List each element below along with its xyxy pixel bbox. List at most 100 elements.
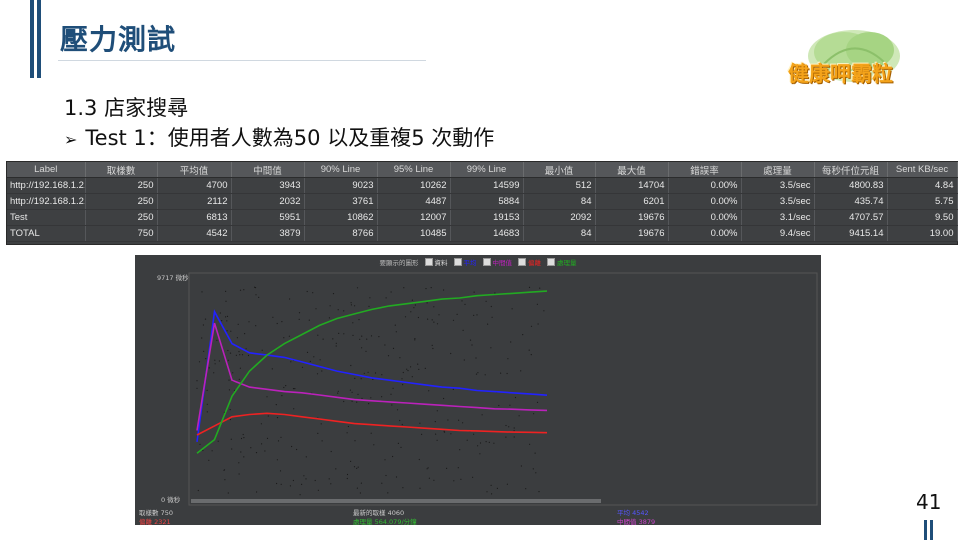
data-point [486, 491, 488, 493]
chart-scrollbar[interactable] [191, 499, 601, 503]
column-header[interactable]: 處理量 [741, 162, 815, 178]
table-row[interactable]: http://192.168.1.2... 250 2112 2032 3761 4487… [7, 193, 958, 210]
data-point [407, 370, 409, 372]
data-point [230, 438, 232, 440]
data-point [357, 393, 359, 395]
data-point [392, 387, 394, 389]
data-point [477, 372, 479, 374]
column-header[interactable]: 最小值 [523, 162, 596, 178]
data-point [211, 450, 213, 452]
table-row[interactable]: http://192.168.1.2... 250 4700 3943 9023 1026… [7, 177, 958, 194]
data-point [436, 439, 438, 441]
bullet-arrow-icon: ➢ [64, 130, 78, 149]
column-header[interactable]: 平均值 [157, 162, 232, 178]
data-point [384, 344, 386, 346]
data-point [381, 396, 383, 398]
data-point [208, 367, 210, 369]
data-point [256, 491, 258, 493]
data-point [462, 422, 464, 424]
data-point [354, 377, 356, 379]
data-point [370, 397, 372, 399]
page-number: 41 [916, 490, 942, 514]
data-point [485, 300, 487, 302]
data-point [424, 367, 426, 369]
data-point [351, 391, 353, 393]
y-axis-bottom-label: 0 微秒 [161, 496, 181, 504]
data-point [301, 366, 304, 368]
data-point [335, 468, 337, 470]
data-point [319, 359, 321, 361]
data-point [329, 305, 331, 307]
data-point [356, 487, 358, 489]
data-point [472, 476, 474, 478]
data-point [276, 322, 278, 325]
column-header[interactable]: 95% Line [377, 162, 451, 178]
data-point [283, 337, 285, 339]
data-point [431, 344, 433, 346]
data-point [378, 336, 380, 338]
data-point [392, 455, 394, 458]
data-point [201, 337, 203, 339]
data-point [391, 404, 393, 406]
data-point [366, 338, 368, 340]
data-point [365, 350, 367, 352]
data-point [513, 430, 515, 432]
data-point [432, 347, 434, 350]
column-header[interactable]: 90% Line [304, 162, 378, 178]
data-point [291, 445, 293, 448]
data-point [518, 415, 520, 417]
data-point [488, 441, 490, 443]
data-point [354, 305, 356, 307]
column-header[interactable]: Label [7, 162, 86, 178]
table-row[interactable]: TOTAL 750 4542 3879 8766 10485 14683 84 19676 0.0… [7, 225, 958, 242]
data-point [261, 443, 263, 445]
data-point [224, 479, 226, 481]
data-point [279, 470, 282, 472]
data-point [457, 467, 459, 469]
data-point [328, 317, 330, 319]
data-point [427, 467, 429, 469]
data-point [466, 439, 468, 441]
data-point [490, 305, 492, 308]
column-header[interactable]: Sent KB/sec [887, 162, 958, 178]
data-point [427, 318, 429, 320]
data-point [374, 372, 377, 374]
data-point [250, 447, 252, 449]
table-cell: 9415.14 [814, 225, 888, 242]
data-point [513, 436, 515, 438]
column-header[interactable]: 最大值 [595, 162, 669, 178]
table-cell: 3761 [304, 193, 378, 210]
data-point [308, 319, 310, 321]
data-point [261, 349, 263, 351]
chart-plot [188, 272, 818, 506]
data-point [243, 437, 245, 439]
data-point [419, 487, 421, 489]
table-cell: 250 [85, 193, 158, 210]
data-point [314, 479, 316, 482]
data-point [410, 311, 412, 313]
data-point [387, 492, 389, 494]
section-heading: 1.3 店家搜尋 [64, 96, 189, 120]
data-point [452, 388, 454, 390]
data-point [506, 372, 508, 375]
table-row[interactable]: Test 250 6813 5951 10862 12007 19153 2092 19676 0… [7, 209, 958, 226]
column-header[interactable]: 每秒仟位元組 [814, 162, 888, 178]
table-cell: Test [7, 209, 86, 226]
column-header[interactable]: 錯誤率 [668, 162, 742, 178]
data-point [208, 459, 210, 461]
table-cell: 2112 [157, 193, 232, 210]
data-point [418, 458, 420, 461]
data-point [361, 397, 363, 399]
data-point [216, 339, 218, 341]
column-header[interactable]: 中間值 [231, 162, 305, 178]
column-header[interactable]: 取樣數 [85, 162, 158, 178]
data-point [529, 443, 531, 445]
data-point [235, 354, 237, 356]
data-point [532, 468, 534, 470]
data-point [350, 302, 352, 304]
data-point [232, 372, 234, 374]
data-point [452, 319, 455, 321]
column-header[interactable]: 99% Line [450, 162, 524, 178]
table-cell: 5884 [450, 193, 524, 210]
data-point [202, 324, 204, 326]
